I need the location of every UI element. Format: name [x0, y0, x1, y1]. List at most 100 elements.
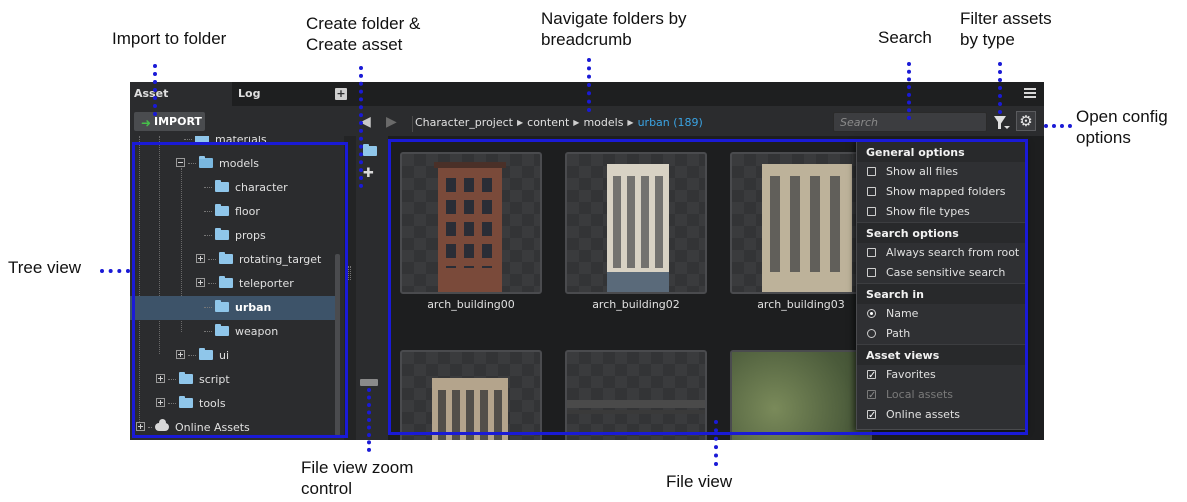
tree-item-label: floor	[235, 205, 260, 218]
radio-icon[interactable]	[867, 309, 876, 318]
folder-icon	[199, 348, 213, 360]
option-always-search-root[interactable]: Always search from root	[857, 243, 1027, 263]
forward-arrow-icon[interactable]: ▶	[386, 114, 397, 130]
gear-icon[interactable]: ⚙	[1016, 111, 1036, 131]
asset-name: arch_building03	[757, 298, 845, 311]
breadcrumb-item[interactable]: content	[527, 116, 569, 129]
tab-asset-browser[interactable]: Asset Browser✖	[130, 82, 232, 124]
tree-item-label: models	[219, 157, 259, 170]
asset-tile[interactable]	[400, 350, 542, 440]
checkbox-icon[interactable]	[867, 248, 876, 257]
expand-icon[interactable]	[176, 350, 185, 359]
tree-connector	[168, 403, 176, 404]
expand-icon[interactable]	[156, 374, 165, 383]
option-favorites[interactable]: Favorites	[857, 365, 1027, 386]
asset-tile[interactable]: arch_building02	[565, 152, 707, 311]
hamburger-menu-icon[interactable]	[1024, 88, 1036, 98]
asset-tile[interactable]: arch_building03	[730, 152, 872, 311]
tree-connector	[184, 139, 192, 140]
breadcrumb-item[interactable]: models	[583, 116, 623, 129]
expand-icon[interactable]	[196, 278, 205, 287]
callout-line	[1044, 124, 1072, 128]
tree-item-ui[interactable]: ui	[130, 344, 336, 368]
checkbox-icon	[867, 386, 876, 406]
filter-icon[interactable]	[994, 116, 1006, 129]
callout-line	[100, 269, 130, 273]
building-storefront	[607, 272, 669, 292]
expand-icon[interactable]	[156, 398, 165, 407]
building-windows	[464, 178, 474, 268]
folder-icon	[179, 396, 193, 408]
cloud-icon	[155, 419, 169, 431]
tree-item-models[interactable]: models	[130, 152, 336, 176]
option-online-assets[interactable]: Online assets	[857, 405, 1027, 426]
folder-icon	[215, 300, 229, 312]
asset-thumbnail	[400, 350, 542, 440]
asset-tile[interactable]	[730, 350, 872, 440]
tree-item-label: script	[199, 373, 230, 386]
checkbox-icon[interactable]	[867, 187, 876, 196]
tree-item-label: materials	[215, 136, 267, 146]
building-windows	[482, 178, 492, 268]
tree-item-materials[interactable]: materials	[130, 136, 336, 152]
tree-item-teleporter[interactable]: teleporter	[130, 272, 336, 296]
option-label: Favorites	[886, 368, 936, 381]
asset-tile[interactable]	[565, 350, 707, 440]
tree-connector	[188, 355, 196, 356]
folder-icon	[219, 252, 233, 264]
option-show-mapped-folders[interactable]: Show mapped folders	[857, 182, 1027, 202]
tree-item-rotating-target[interactable]: rotating_target	[130, 248, 336, 272]
menu-section-header: General options	[857, 141, 1027, 162]
tree-connector	[148, 427, 152, 428]
callout-line	[998, 62, 1002, 114]
annotation-search: Search	[878, 28, 932, 47]
tree-item-urban[interactable]: urban	[130, 296, 336, 320]
tab-log-console[interactable]: Log Console✖	[234, 82, 324, 124]
tree-item-props[interactable]: props	[130, 224, 336, 248]
expand-icon[interactable]	[136, 422, 145, 431]
option-case-sensitive[interactable]: Case sensitive search	[857, 263, 1027, 283]
tree-connector	[204, 307, 212, 308]
option-search-name[interactable]: Name	[857, 304, 1027, 324]
asset-tile[interactable]: arch_building00	[400, 152, 542, 311]
create-folder-icon[interactable]	[363, 144, 377, 158]
tree-item-floor[interactable]: floor	[130, 200, 336, 224]
tree-connector	[204, 187, 212, 188]
tree-item-tools[interactable]: tools	[130, 392, 336, 416]
tree-item-script[interactable]: script	[130, 368, 336, 392]
tree-connector	[188, 163, 196, 164]
config-menu: General options Show all files Show mapp…	[856, 140, 1028, 430]
asset-thumbnail	[565, 350, 707, 440]
chevron-down-icon[interactable]	[1004, 126, 1010, 129]
checkbox-icon[interactable]	[867, 406, 876, 426]
radio-icon[interactable]	[867, 329, 876, 338]
breadcrumb-current[interactable]: urban (189)	[638, 116, 703, 129]
checkbox-icon[interactable]	[867, 207, 876, 216]
annotation-tree-view: Tree view	[8, 258, 82, 277]
option-show-file-types[interactable]: Show file types	[857, 202, 1027, 222]
splitter-grip-icon[interactable]	[348, 266, 351, 280]
import-button[interactable]: ➜ IMPORT	[134, 112, 205, 131]
option-show-all-files[interactable]: Show all files	[857, 162, 1027, 182]
tree-item-online-assets[interactable]: Online Assets	[130, 416, 336, 440]
folder-icon	[363, 144, 377, 156]
asset-thumbnail	[730, 350, 872, 440]
tree-item-weapon[interactable]: weapon	[130, 320, 336, 344]
expand-icon[interactable]	[196, 254, 205, 263]
tree-item-label: tools	[199, 397, 226, 410]
tree-item-character[interactable]: character	[130, 176, 336, 200]
checkbox-icon[interactable]	[867, 268, 876, 277]
checkbox-icon[interactable]	[867, 366, 876, 386]
option-search-path[interactable]: Path	[857, 324, 1027, 344]
checkbox-icon[interactable]	[867, 167, 876, 176]
collapse-icon[interactable]	[176, 158, 185, 167]
breadcrumb-item[interactable]: Character_project	[415, 116, 513, 129]
tree-connector	[204, 331, 212, 332]
create-asset-icon[interactable]: ✚	[363, 166, 374, 181]
add-tab-icon[interactable]: +	[335, 88, 347, 100]
zoom-slider-handle[interactable]	[360, 379, 378, 386]
tree-scrollbar[interactable]	[335, 254, 340, 436]
option-label: Case sensitive search	[886, 266, 1006, 279]
panel-splitter[interactable]	[344, 136, 356, 440]
folder-icon	[179, 372, 193, 384]
